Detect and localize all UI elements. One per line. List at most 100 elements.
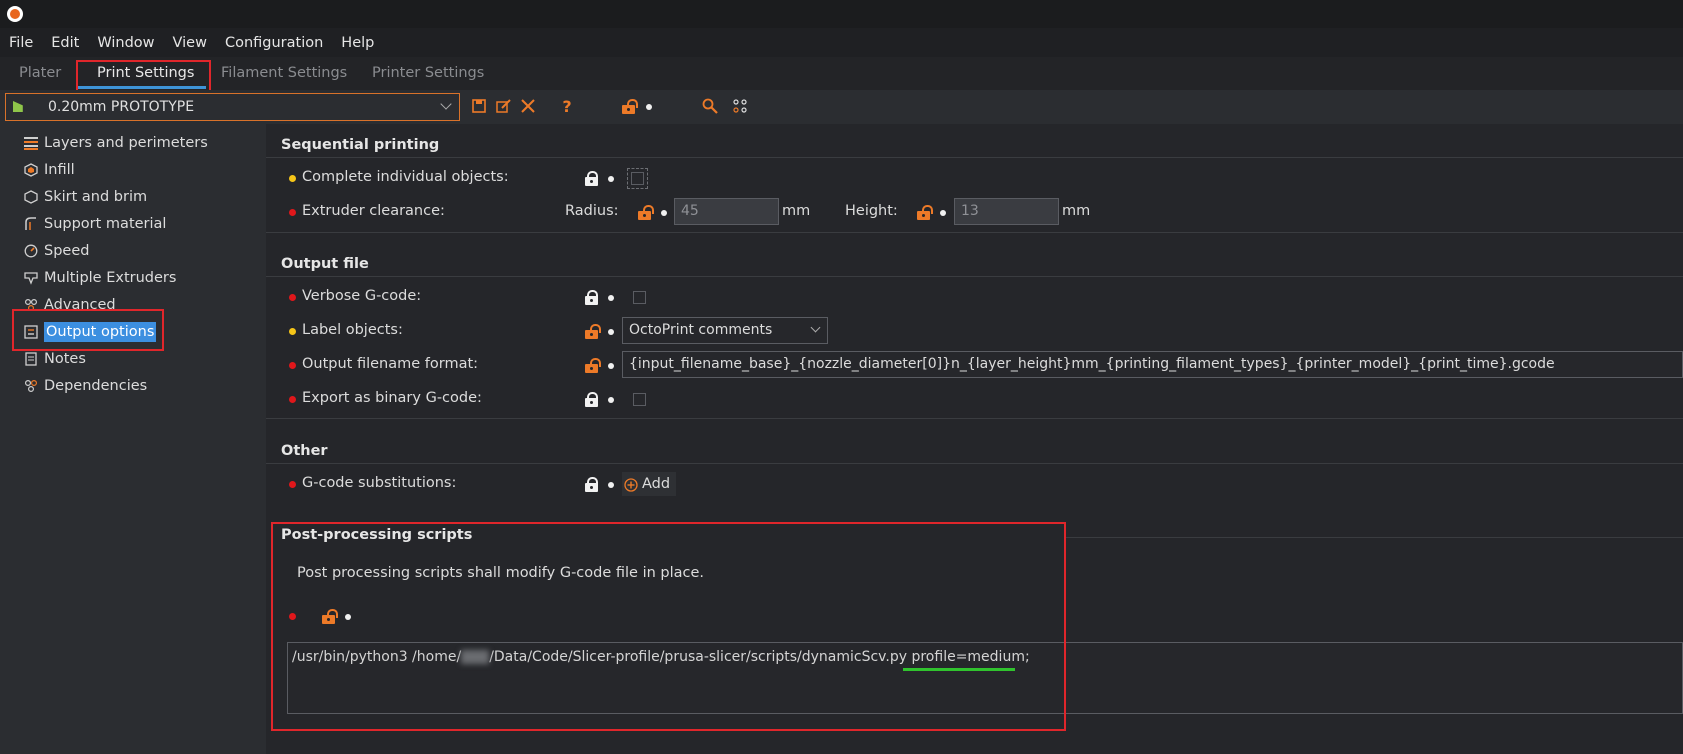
sidebar-item-label: Layers and perimeters — [44, 135, 208, 151]
rename-preset-icon[interactable] — [493, 96, 513, 116]
tab-plater[interactable]: Plater — [19, 65, 61, 81]
sidebar-item-dependencies[interactable]: Dependencies — [24, 374, 147, 398]
verbose-gcode-checkbox[interactable] — [633, 291, 646, 304]
add-substitution-button[interactable]: Add — [622, 472, 676, 496]
system-value-bullet-icon — [646, 104, 652, 110]
speed-gauge-icon — [24, 244, 38, 258]
tab-bar: Plater Print Settings Filament Settings … — [0, 57, 1683, 90]
sidebar-item-label: Infill — [44, 162, 75, 178]
mode-indicator-dot — [289, 396, 296, 403]
add-button-label: Add — [642, 476, 671, 492]
extruder-icon — [24, 271, 38, 285]
sidebar-item-skirt-and-brim[interactable]: Skirt and brim — [24, 185, 147, 209]
radius-unit: mm — [782, 203, 811, 219]
bullet-icon — [661, 210, 667, 216]
sidebar-item-label: Multiple Extruders — [44, 270, 177, 286]
skirt-brim-icon — [24, 190, 38, 204]
unlock-icon[interactable] — [638, 205, 654, 220]
tab-filament-settings[interactable]: Filament Settings — [221, 65, 347, 81]
mode-indicator-dot — [289, 328, 296, 335]
unlock-icon[interactable] — [917, 205, 933, 220]
dependencies-icon — [24, 379, 38, 393]
group-divider — [266, 418, 1683, 419]
group-title-output-file: Output file — [281, 256, 369, 272]
delete-preset-icon[interactable] — [518, 96, 538, 116]
tab-printer-settings[interactable]: Printer Settings — [372, 65, 484, 81]
infill-icon — [24, 163, 38, 177]
menu-edit[interactable]: Edit — [42, 35, 88, 51]
group-divider — [1066, 537, 1683, 538]
radius-label: Radius: — [565, 203, 619, 219]
post-processing-highlight-box — [271, 522, 1066, 731]
menu-window[interactable]: Window — [88, 35, 163, 51]
height-label: Height: — [845, 203, 898, 219]
export-binary-gcode-checkbox[interactable] — [633, 393, 646, 406]
bullet-icon — [608, 397, 614, 403]
gcode-substitutions-label: G-code substitutions: — [302, 475, 457, 491]
mode-indicator-dot — [289, 362, 296, 369]
menu-configuration[interactable]: Configuration — [216, 35, 332, 51]
bullet-icon — [940, 210, 946, 216]
sidebar-item-multiple-extruders[interactable]: Multiple Extruders — [24, 266, 176, 290]
lock-icon[interactable] — [585, 392, 598, 407]
label-objects-label: Label objects: — [302, 322, 403, 338]
extruder-clearance-label: Extruder clearance: — [302, 203, 445, 219]
group-divider — [266, 232, 1683, 233]
help-question-icon[interactable]: ? — [557, 96, 577, 116]
bullet-icon — [608, 482, 614, 488]
complete-objects-label: Complete individual objects: — [302, 169, 509, 185]
unlock-icon[interactable] — [622, 99, 638, 114]
title-bar — [0, 0, 1683, 28]
complete-objects-checkbox[interactable] — [627, 168, 648, 189]
menu-view[interactable]: View — [164, 35, 216, 51]
lock-icon[interactable] — [585, 171, 598, 186]
sidebar-item-notes[interactable]: Notes — [24, 347, 86, 371]
preset-name: 0.20mm PROTOTYPE — [48, 99, 195, 115]
lock-icon[interactable] — [585, 477, 598, 492]
bullet-icon — [608, 295, 614, 301]
group-divider — [266, 276, 1683, 277]
group-divider — [266, 157, 1683, 158]
sidebar-item-support-material[interactable]: Support material — [24, 212, 166, 236]
sidebar-item-speed[interactable]: Speed — [24, 239, 89, 263]
compare-presets-icon[interactable] — [730, 96, 750, 116]
sidebar-item-label: Dependencies — [44, 378, 148, 394]
label-objects-select[interactable]: OctoPrint comments — [622, 317, 828, 344]
sidebar-item-infill[interactable]: Infill — [24, 158, 75, 182]
export-binary-gcode-label: Export as binary G-code: — [302, 390, 482, 406]
sidebar-item-label: Skirt and brim — [44, 189, 148, 205]
support-material-icon — [24, 217, 38, 231]
mode-indicator-dot — [289, 175, 296, 182]
bullet-icon — [608, 329, 614, 335]
output-options-highlight-box — [12, 309, 164, 351]
menu-help[interactable]: Help — [332, 35, 383, 51]
app-logo-icon — [7, 6, 23, 22]
group-title-sequential-printing: Sequential printing — [281, 137, 440, 153]
unlock-icon[interactable] — [585, 324, 601, 339]
mode-indicator-dot — [289, 209, 296, 216]
height-unit: mm — [1062, 203, 1091, 219]
bullet-icon — [608, 363, 614, 369]
verbose-gcode-label: Verbose G-code: — [302, 288, 422, 304]
output-filename-format-label: Output filename format: — [302, 356, 479, 372]
notes-icon — [24, 352, 38, 366]
mode-indicator-dot — [289, 481, 296, 488]
radius-input[interactable]: 45 — [674, 198, 779, 225]
sidebar-item-label: Notes — [44, 351, 86, 367]
group-title-other: Other — [281, 443, 328, 459]
sidebar-item-label: Support material — [44, 216, 167, 232]
unlock-icon[interactable] — [585, 358, 601, 373]
bullet-icon — [608, 176, 614, 182]
menu-bar: File Edit Window View Configuration Help — [0, 28, 1683, 57]
layers-icon — [24, 136, 38, 150]
lock-icon[interactable] — [585, 290, 598, 305]
sidebar-item-label: Speed — [44, 243, 90, 259]
mode-indicator-dot — [289, 294, 296, 301]
output-filename-format-input[interactable]: {input_filename_base}_{nozzle_diameter[0… — [622, 351, 1683, 378]
menu-file[interactable]: File — [0, 35, 42, 51]
save-preset-icon[interactable] — [469, 96, 489, 116]
height-input[interactable]: 13 — [954, 198, 1059, 225]
sidebar-item-layers-and-perimeters[interactable]: Layers and perimeters — [24, 131, 208, 155]
search-icon[interactable] — [700, 96, 720, 116]
add-plus-icon — [624, 477, 638, 492]
